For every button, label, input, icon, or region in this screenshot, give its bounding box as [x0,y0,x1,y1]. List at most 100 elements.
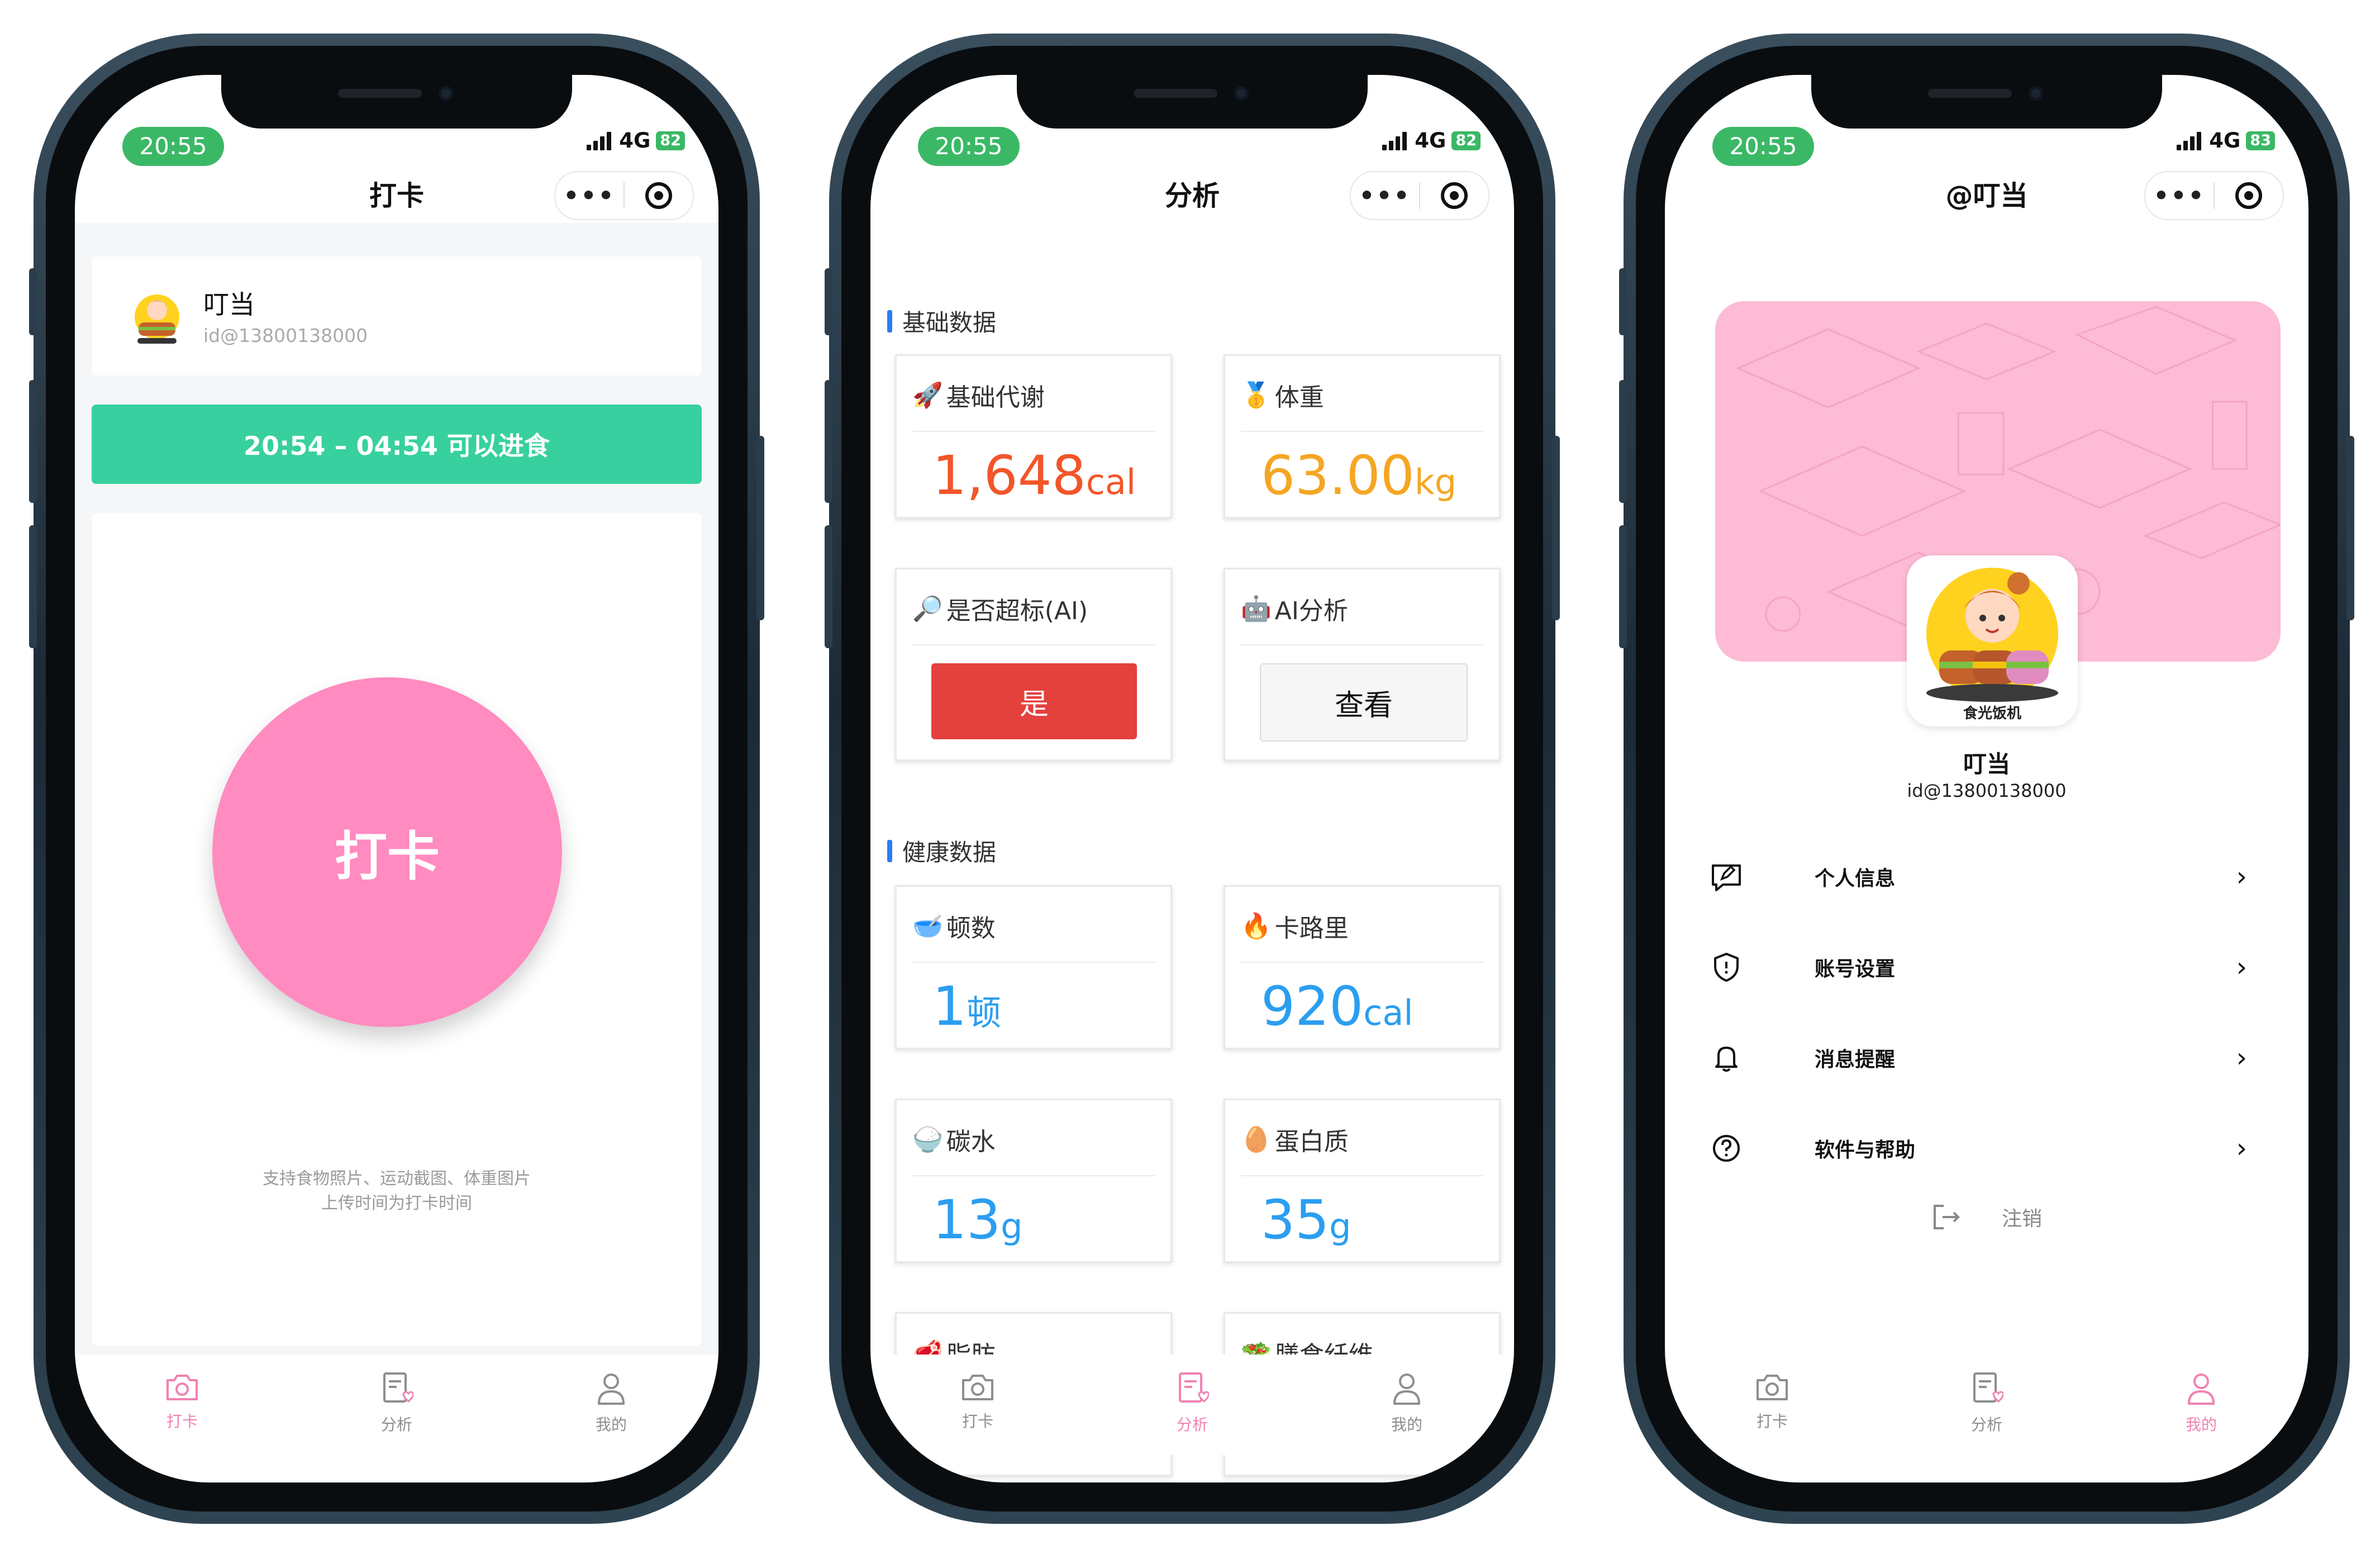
user-name: 叮当 [203,289,255,320]
view-ai-analysis-button[interactable]: 查看 [1260,663,1468,742]
stat-value: 920cal [1261,975,1413,1038]
stat-label: AI分析 [1274,597,1348,625]
robot-icon: 🤖 [1241,595,1272,623]
tab-checkin[interactable]: 打卡 [1665,1355,1879,1455]
stat-value: 35g [1261,1189,1351,1251]
over-limit-result-button[interactable]: 是 [931,663,1137,739]
stat-label: 卡路里 [1274,914,1349,943]
help-icon [1713,1135,1740,1162]
tab-bar: 打卡 分析 我的 [75,1355,718,1455]
shield-icon [1714,953,1739,982]
tab-label: 我的 [1391,1415,1422,1434]
stat-label: 碳水 [946,1128,996,1156]
camera-icon [166,1375,198,1400]
phone-frame-checkin: 20:55 4G 82 打卡 ••• 叮当 id@13800138000 20:… [29,34,764,1524]
section-title: 基础数据 [902,309,997,336]
tab-mine[interactable]: 我的 [504,1355,718,1455]
status-indicators: 4G 82 [587,129,685,153]
camera-icon [962,1375,993,1400]
tab-label: 分析 [380,1415,412,1434]
profile-icon [598,1374,625,1405]
close-target-icon[interactable] [1420,181,1488,210]
menu-item-account-settings[interactable]: 账号设置 › [1710,939,2264,995]
edit-chat-icon [1712,864,1741,891]
stat-label: 体重 [1274,383,1324,412]
profile-avatar[interactable]: 食光饭机 [1907,555,2078,726]
side-button [29,268,37,335]
rice-icon: 🍚 [912,1125,943,1154]
tab-bar: 打卡 分析 我的 [1665,1355,2308,1455]
phone-frame-profile: 20:55 4G 83 @叮当 ••• 食光饭机 叮当 id@138001380… [1619,34,2354,1524]
tab-mine[interactable]: 我的 [2094,1355,2308,1455]
fire-icon: 🔥 [1241,912,1272,940]
more-icon[interactable]: ••• [2145,182,2214,210]
tab-analysis[interactable]: 分析 [1085,1355,1300,1455]
stat-value: 13g [932,1189,1023,1251]
checkin-button[interactable]: 打卡 [212,677,562,1027]
status-time: 20:55 [918,127,1020,166]
side-button [756,436,764,620]
battery-icon: 82 [1451,131,1481,150]
profile-icon [2188,1374,2215,1405]
analysis-icon [1179,1372,1209,1403]
profile-id: id@13800138000 [1907,780,2067,801]
stat-card-ai-analysis: 🤖 AI分析 查看 [1224,568,1501,761]
menu-item-help[interactable]: 软件与帮助 › [1710,1120,2264,1176]
side-button [1619,268,1627,335]
miniapp-capsule: ••• [2144,171,2284,220]
stat-card-over-limit: 🔎 是否超标(AI) 是 [895,568,1172,761]
menu-item-personal-info[interactable]: 个人信息 › [1710,849,2264,905]
egg-icon: 🥚 [1241,1125,1272,1154]
side-button [1619,525,1627,648]
stat-label: 顿数 [946,914,996,943]
tab-analysis[interactable]: 分析 [289,1355,504,1455]
tab-checkin[interactable]: 打卡 [870,1355,1085,1455]
stat-label: 基础代谢 [946,383,1045,412]
avatar-caption: 食光饭机 [1963,705,2021,722]
stat-label: 是否超标(AI) [946,597,1088,625]
network-label: 4G [2209,129,2241,153]
section-health-data: 健康数据 [887,834,996,868]
chevron-right-icon: › [2236,861,2247,892]
signal-icon [587,131,613,150]
analysis-icon [383,1372,413,1403]
tab-mine[interactable]: 我的 [1300,1355,1514,1455]
signal-icon [1382,131,1409,150]
profile-icon [1393,1374,1420,1405]
miniapp-capsule: ••• [1350,171,1489,220]
close-target-icon[interactable] [625,181,693,210]
stat-card-meals: 🥣 顿数 1顿 [895,885,1172,1049]
tab-analysis[interactable]: 分析 [1879,1355,2094,1455]
close-target-icon[interactable] [2215,181,2283,210]
status-indicators: 4G 83 [2177,129,2275,153]
stat-value: 1顿 [932,975,1002,1038]
tab-label: 分析 [1176,1415,1208,1434]
tab-bar: 打卡 分析 我的 [870,1355,1514,1455]
stat-value: 63.00kg [1261,444,1457,507]
tab-label: 打卡 [1756,1412,1788,1431]
medal-icon: 🥇 [1241,381,1272,410]
chevron-right-icon: › [2236,1042,2247,1073]
bezel: 20:55 4G 82 分析 ••• 基础数据 🚀基础代谢 1,648cal [841,46,1543,1512]
side-button [825,268,832,335]
menu-label: 账号设置 [1815,958,1896,981]
eating-window-banner: 20:54 – 04:54 可以进食 [92,405,702,484]
bezel: 20:55 4G 82 打卡 ••• 叮当 id@13800138000 20:… [46,46,748,1512]
logout-button[interactable]: 注销 [1665,1203,2308,1232]
tab-checkin[interactable]: 打卡 [75,1355,289,1455]
signal-icon [2177,131,2203,150]
menu-label: 软件与帮助 [1815,1139,1916,1162]
more-icon[interactable]: ••• [555,182,623,210]
network-label: 4G [619,129,651,153]
menu-item-notifications[interactable]: 消息提醒 › [1710,1030,2264,1086]
battery-icon: 83 [2246,131,2275,150]
user-card[interactable]: 叮当 id@13800138000 [92,256,702,376]
chevron-right-icon: › [2236,952,2247,983]
more-icon[interactable]: ••• [1351,182,1419,210]
avatar [135,294,179,344]
stat-card-bmr: 🚀 基础代谢 1,648cal [895,354,1172,519]
stat-card-carbs: 🍚 碳水 13g [895,1099,1172,1263]
bezel: 20:55 4G 83 @叮当 ••• 食光饭机 叮当 id@138001380… [1636,46,2338,1512]
network-label: 4G [1415,129,1446,153]
bowl-icon: 🥣 [912,912,943,940]
